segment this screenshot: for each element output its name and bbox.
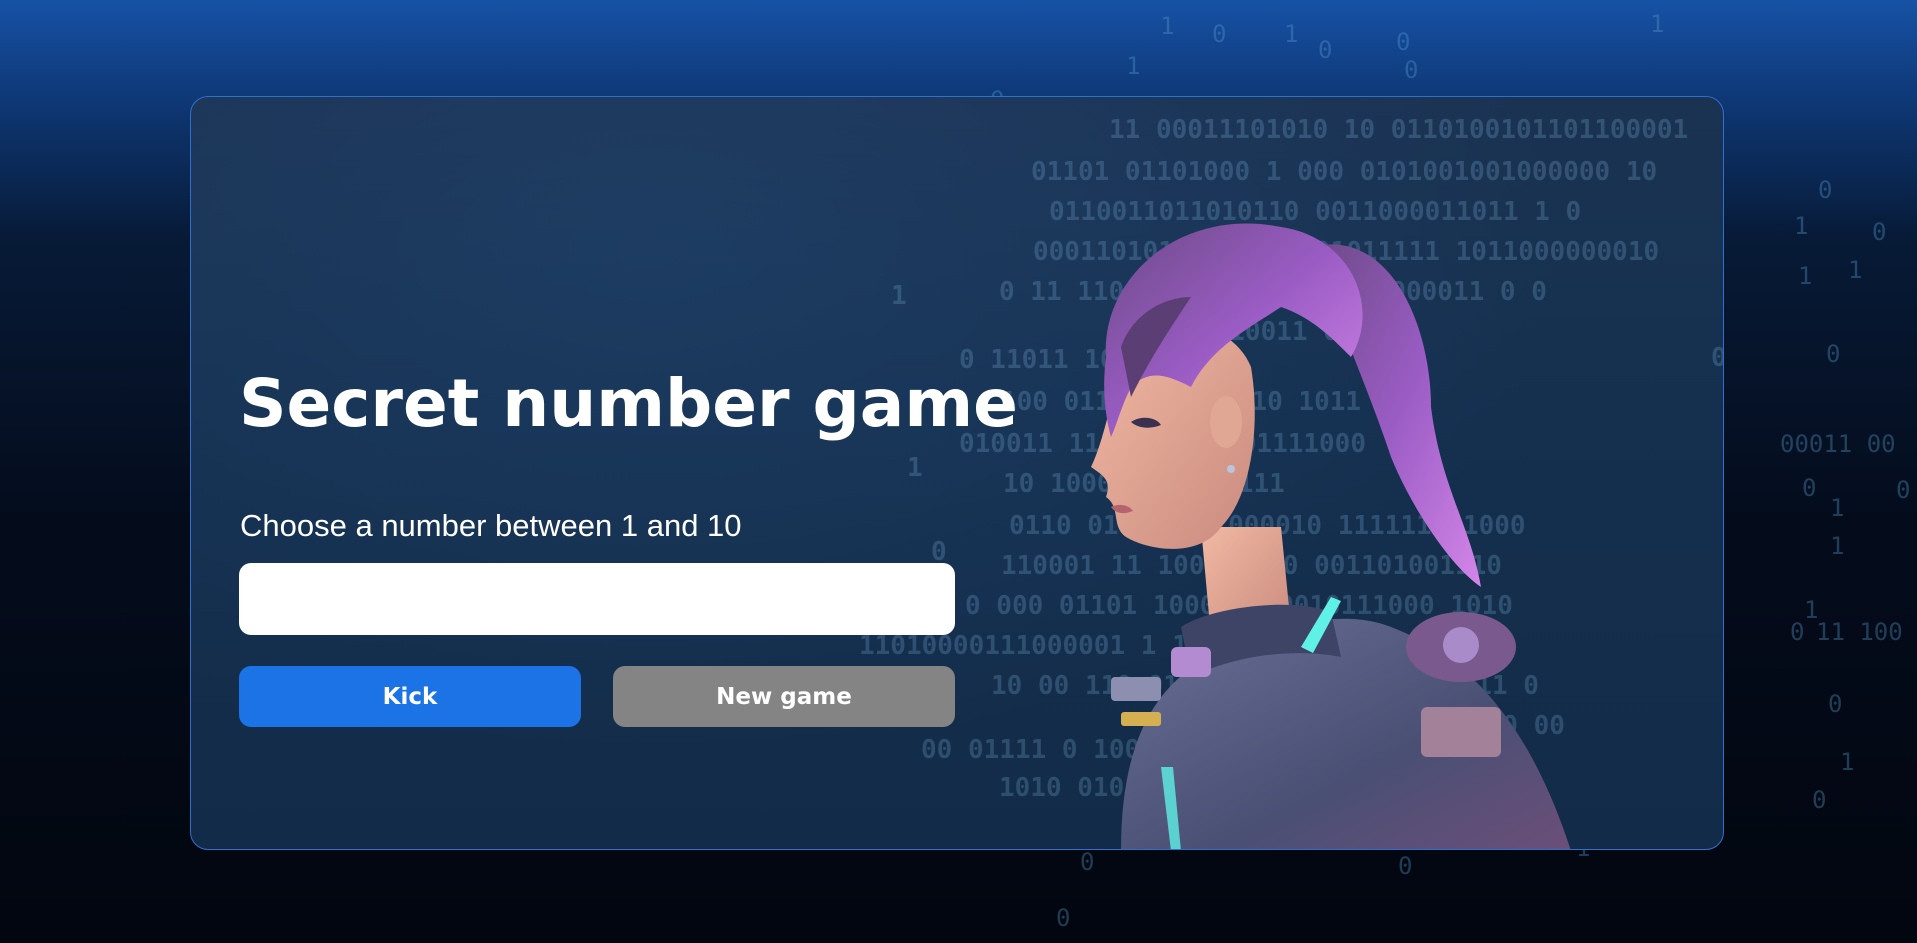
page: 1 0 1 0 0 1 0 0 1 0 1 0 1 1 0 00011 00 0…: [0, 0, 1917, 943]
game-card: 11 00011101010 10 0110100101101100001 01…: [190, 96, 1724, 850]
kick-button[interactable]: Kick: [239, 666, 581, 727]
number-prompt-label: Choose a number between 1 and 10: [240, 508, 742, 543]
new-game-button[interactable]: New game: [613, 666, 955, 727]
character-illustration: [1091, 223, 1571, 849]
number-input[interactable]: [239, 563, 955, 635]
page-title: Secret number game: [239, 365, 1018, 442]
